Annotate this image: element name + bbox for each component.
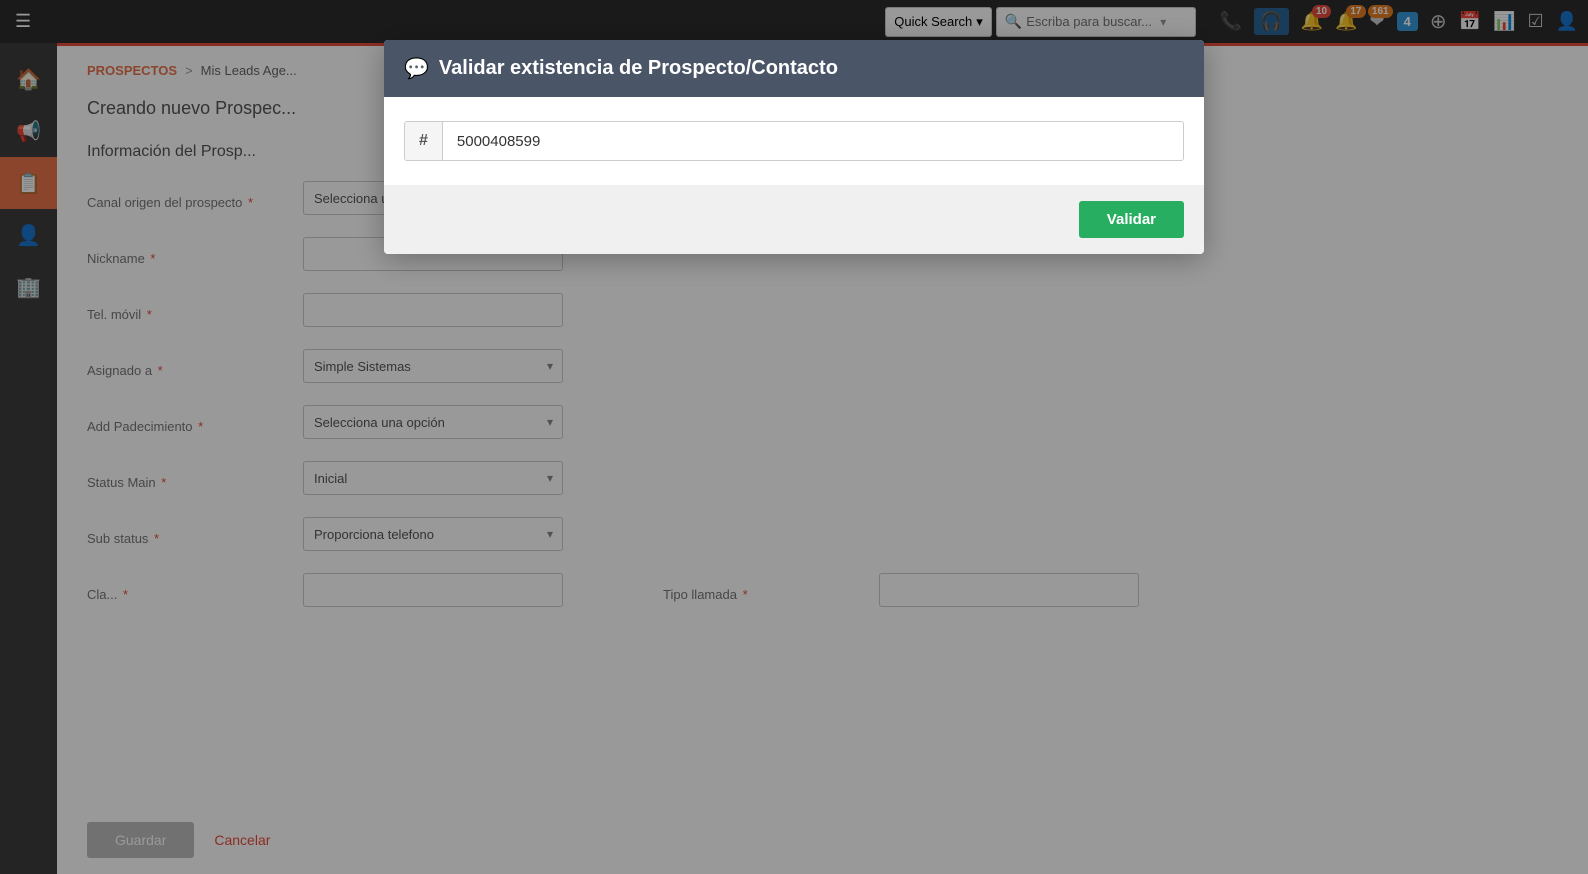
- modal-hash-symbol: #: [405, 122, 443, 160]
- validar-button[interactable]: Validar: [1079, 201, 1184, 238]
- modal-body: #: [384, 97, 1204, 185]
- modal: 💬 Validar extistencia de Prospecto/Conta…: [384, 40, 1204, 254]
- modal-title: Validar extistencia de Prospecto/Contact…: [439, 57, 838, 80]
- modal-input-row: #: [404, 121, 1184, 161]
- modal-header-icon: 💬: [404, 56, 429, 81]
- modal-header: 💬 Validar extistencia de Prospecto/Conta…: [384, 40, 1204, 97]
- modal-overlay: 💬 Validar extistencia de Prospecto/Conta…: [0, 0, 1588, 874]
- modal-footer: Validar: [384, 185, 1204, 254]
- modal-search-input[interactable]: [443, 123, 1183, 160]
